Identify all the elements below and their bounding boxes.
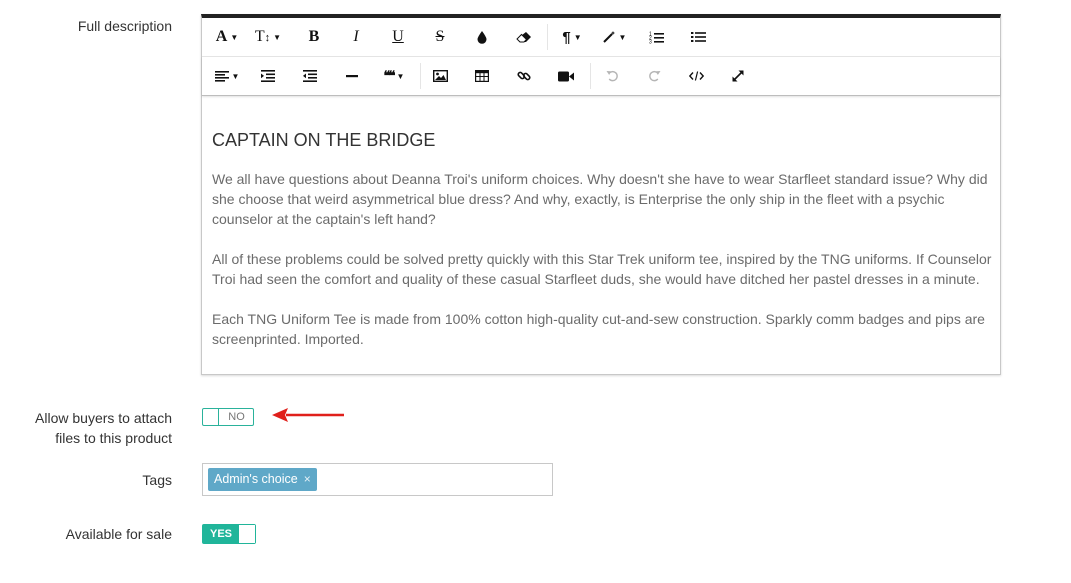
style-button[interactable]: ▼ (598, 22, 630, 52)
underline-button[interactable]: U (384, 22, 412, 52)
unordered-list-button[interactable] (684, 22, 712, 52)
magic-icon (602, 31, 615, 43)
redo-icon (648, 70, 660, 82)
insert-table-button[interactable] (468, 61, 496, 91)
insert-video-button[interactable] (552, 61, 580, 91)
available-for-sale-toggle[interactable]: YES (202, 524, 256, 544)
quote-icon: ❝❝ (383, 68, 396, 83)
eraser-icon (516, 32, 531, 43)
italic-icon: I (353, 28, 359, 45)
toggle-knob (203, 409, 219, 425)
text-color-button[interactable] (468, 22, 496, 52)
font-icon: A (215, 28, 228, 45)
table-icon (475, 70, 489, 82)
attach-files-label-line1: Allow buyers to attach (35, 410, 172, 426)
toolbar-separator (590, 63, 591, 89)
full-description-label: Full description (77, 18, 172, 34)
outdent-button[interactable] (296, 61, 324, 91)
outdent-icon (303, 70, 317, 82)
link-icon (517, 71, 531, 81)
remove-tag-icon[interactable]: × (304, 468, 311, 491)
insert-image-button[interactable] (426, 61, 454, 91)
toolbar-separator (547, 24, 548, 50)
tags-input[interactable]: Admin's choice × (202, 463, 553, 496)
editor-paragraph: Each TNG Uniform Tee is made from 100% c… (212, 311, 985, 347)
strikethrough-button[interactable]: S (426, 22, 454, 52)
color-icon (477, 31, 487, 44)
code-view-button[interactable] (682, 61, 710, 91)
paragraph-button[interactable]: ¶ ▼ (556, 22, 588, 52)
rich-text-editor: A ▼ T↕ ▼ B I U S ¶ ▼ ▼ 123 ▼ ❝❝ ▼ CAPTAI… (201, 14, 1001, 375)
chevron-down-icon: ▼ (231, 71, 240, 81)
chevron-down-icon: ▼ (618, 32, 627, 42)
bold-icon: B (308, 28, 320, 45)
italic-button[interactable]: I (342, 22, 370, 52)
attach-files-label-line2: files to this product (55, 430, 172, 446)
quote-button[interactable]: ❝❝ ▼ (378, 61, 410, 91)
toolbar-row-2: ▼ ❝❝ ▼ (202, 57, 1000, 96)
chevron-down-icon: ▼ (396, 71, 405, 81)
tag-label: Admin's choice (214, 472, 298, 486)
align-button[interactable]: ▼ (212, 61, 242, 91)
attach-files-label: Allow buyers to attach files to this pro… (35, 408, 172, 448)
align-icon (214, 70, 229, 82)
undo-button[interactable] (598, 61, 626, 91)
available-for-sale-label: Available for sale (65, 526, 172, 542)
toggle-state-label: NO (228, 411, 245, 423)
unordered-list-icon (690, 32, 706, 42)
image-icon (432, 70, 448, 82)
indent-button[interactable] (254, 61, 282, 91)
toolbar-separator (420, 63, 421, 89)
svg-text:3: 3 (649, 39, 652, 44)
fullscreen-button[interactable] (724, 61, 752, 91)
chevron-down-icon: ▼ (230, 32, 239, 42)
font-size-icon: T↕ (254, 28, 271, 45)
strikethrough-icon: S (435, 28, 445, 45)
horizontal-rule-icon (346, 75, 358, 78)
font-size-button[interactable]: T↕ ▼ (252, 22, 284, 52)
fullscreen-icon (732, 70, 744, 82)
insert-link-button[interactable] (510, 61, 538, 91)
editor-paragraph: We all have questions about Deanna Troi'… (212, 171, 988, 227)
chevron-down-icon: ▼ (573, 32, 582, 42)
underline-icon: U (392, 28, 404, 45)
tags-label: Tags (142, 472, 172, 488)
bold-button[interactable]: B (300, 22, 328, 52)
attach-files-toggle[interactable]: NO (202, 408, 254, 426)
redo-button[interactable] (640, 61, 668, 91)
tag-chip: Admin's choice × (208, 468, 317, 491)
ordered-list-icon: 123 (649, 31, 664, 44)
horizontal-rule-button[interactable] (338, 61, 366, 91)
chevron-down-icon: ▼ (273, 32, 282, 42)
font-style-button[interactable]: A ▼ (212, 22, 242, 52)
toggle-knob (239, 525, 255, 543)
annotation-arrow-icon (272, 408, 344, 422)
indent-icon (261, 70, 275, 82)
video-icon (558, 71, 574, 81)
editor-paragraph: All of these problems could be solved pr… (212, 251, 992, 287)
code-view-icon (688, 71, 704, 81)
editor-content[interactable]: CAPTAIN ON THE BRIDGE We all have questi… (212, 130, 994, 369)
clear-format-button[interactable] (510, 22, 538, 52)
toggle-state-label: YES (209, 528, 232, 540)
undo-icon (606, 70, 618, 82)
paragraph-icon: ¶ (562, 28, 571, 46)
toolbar-row-1: A ▼ T↕ ▼ B I U S ¶ ▼ ▼ 123 (202, 18, 1000, 57)
editor-heading: CAPTAIN ON THE BRIDGE (212, 130, 436, 150)
ordered-list-button[interactable]: 123 (642, 22, 670, 52)
